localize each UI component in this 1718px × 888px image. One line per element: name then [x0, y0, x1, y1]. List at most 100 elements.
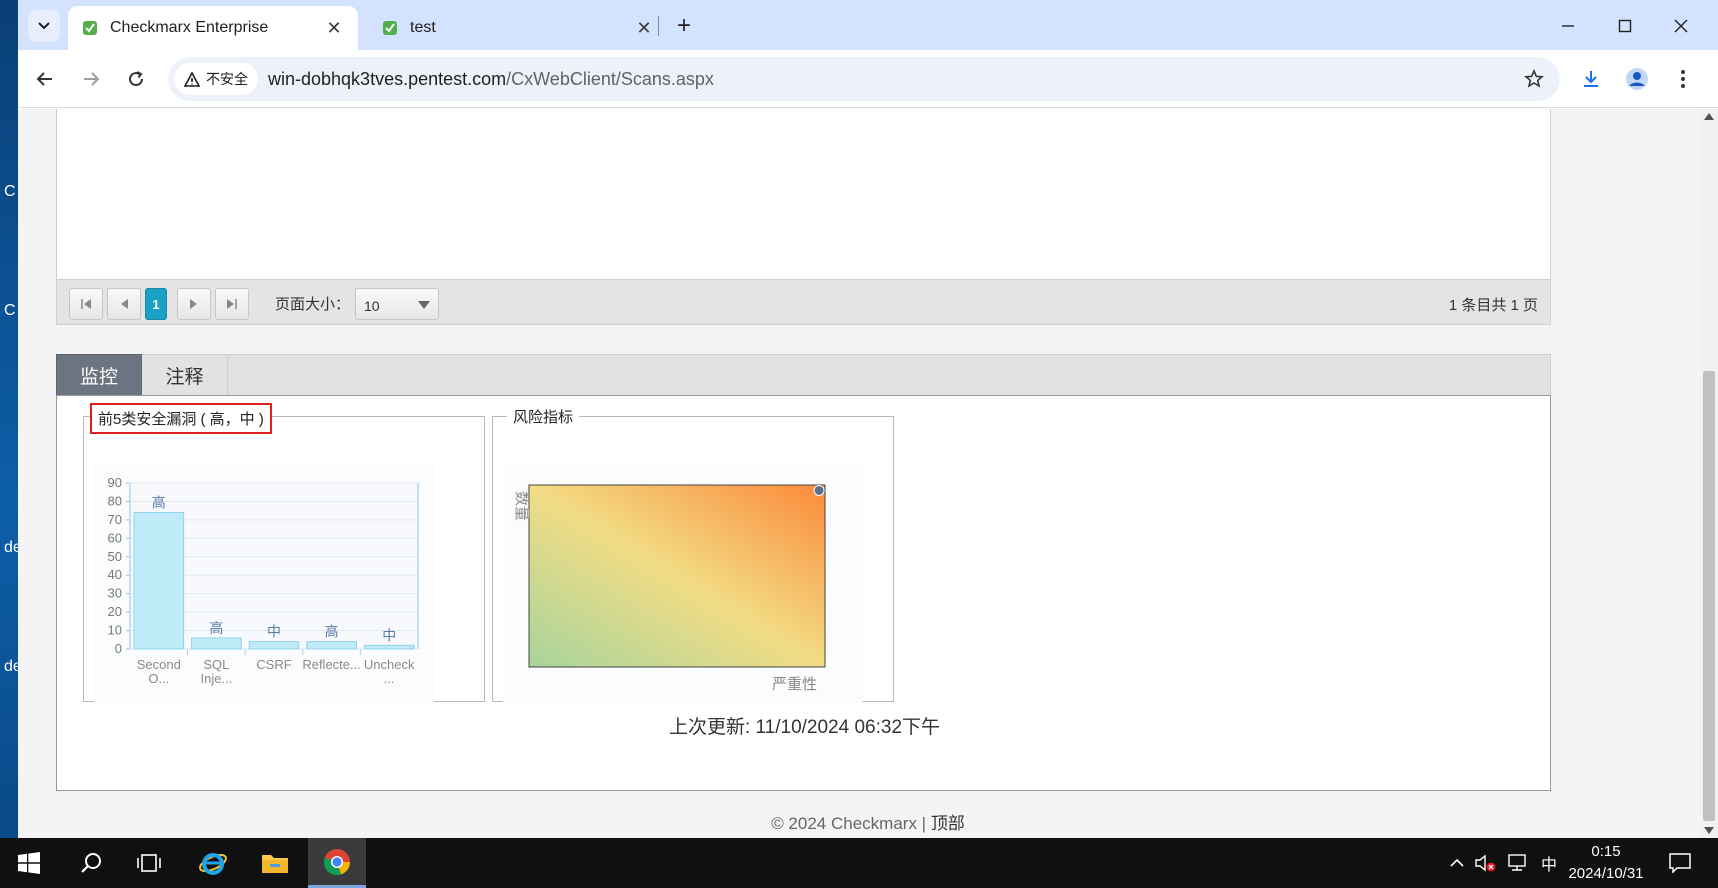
page-size-value: 10 — [364, 298, 380, 314]
y-axis-label: 数量 — [513, 491, 531, 521]
start-button[interactable] — [0, 838, 58, 888]
close-icon — [1674, 19, 1688, 33]
y-tick-label: 20 — [108, 604, 122, 619]
x-tick-label-line: SQL — [203, 657, 229, 672]
last-page-icon — [227, 299, 237, 309]
bar — [248, 641, 300, 650]
tab-title: Checkmarx Enterprise — [110, 19, 269, 36]
monitor-panel: 前5类安全漏洞 ( 高，中 ) 0 10 20 30 40 50 60 70 80 90 高 Seco… — [56, 395, 1551, 791]
risk-legend: 风险指标 — [507, 406, 580, 427]
tab-checkmarx[interactable]: Checkmarx Enterprise ✕ — [68, 6, 358, 50]
task-view-icon — [137, 854, 161, 872]
page-viewport: 1 页面大小： 10 1 条目共 1 页 监控 注释 前5类安全漏洞 ( 高，中… — [18, 109, 1718, 838]
new-tab-button[interactable]: + — [668, 10, 700, 42]
x-tick-label-line: ... — [384, 671, 395, 686]
show-hidden-icons-button[interactable] — [1446, 838, 1468, 888]
browser-menu-button[interactable] — [1666, 62, 1700, 96]
prev-page-button[interactable] — [107, 288, 141, 320]
star-icon — [1524, 69, 1544, 88]
avatar-icon — [1626, 68, 1648, 90]
maximize-icon — [1618, 19, 1632, 33]
bar-data-label: 高 — [152, 495, 166, 512]
next-page-button[interactable] — [177, 288, 211, 320]
input-method-indicator[interactable]: 中 — [1535, 838, 1563, 888]
risk-gradient-area — [528, 484, 826, 668]
volume-button[interactable] — [1473, 838, 1499, 888]
taskbar-clock[interactable]: 0:15 2024/10/31 — [1566, 838, 1646, 888]
page-number-button[interactable]: 1 — [145, 288, 167, 320]
address-bar[interactable]: 不安全 win-dobhqk3tves.pentest.com/CxWebCli… — [168, 57, 1560, 101]
tab-monitor[interactable]: 监控 — [56, 354, 142, 396]
y-tick-label: 80 — [108, 493, 122, 508]
x-tick-label: Reflecte... — [302, 657, 361, 672]
minimize-icon — [1562, 25, 1574, 27]
bar-data-label: 高 — [325, 624, 339, 641]
x-tick-label-line: Reflecte... — [302, 657, 361, 672]
x-tick-label-line: Uncheck — [364, 657, 415, 672]
downloads-button[interactable] — [1574, 62, 1608, 96]
taskbar-file-explorer[interactable] — [246, 838, 304, 888]
risk-indicator-group: 风险指标 严重性 数量 — [492, 406, 894, 703]
first-page-button[interactable] — [69, 288, 103, 320]
profile-button[interactable] — [1620, 62, 1654, 96]
windows-logo-icon — [18, 852, 40, 874]
next-page-icon — [190, 299, 197, 309]
y-tick-label: 90 — [108, 475, 122, 490]
clock-time: 0:15 — [1591, 843, 1621, 860]
y-tick-label: 70 — [108, 512, 122, 527]
page-size-select[interactable]: 10 — [355, 288, 439, 320]
window-close-button[interactable] — [1654, 6, 1708, 46]
download-icon — [1584, 71, 1598, 87]
windows-taskbar: 中 0:15 2024/10/31 — [0, 838, 1718, 888]
taskbar-internet-explorer[interactable] — [184, 838, 242, 888]
pager-info: 1 条目共 1 页 — [1448, 297, 1538, 314]
bar — [306, 641, 357, 650]
x-tick-label-line: Inje... — [201, 671, 233, 686]
forward-button[interactable] — [74, 62, 108, 96]
bar — [191, 637, 242, 650]
desktop-icon-label[interactable]: C — [4, 183, 16, 201]
taskbar-chrome[interactable] — [308, 838, 366, 888]
taskbar-search-button[interactable] — [62, 838, 120, 888]
security-label: 不安全 — [206, 71, 248, 87]
last-page-button[interactable] — [215, 288, 249, 320]
reload-button[interactable] — [119, 62, 153, 96]
tab-test[interactable]: test ✕ — [368, 6, 668, 50]
minimize-button[interactable] — [1541, 6, 1595, 46]
bookmark-button[interactable] — [1518, 63, 1550, 95]
scroll-down-arrow-icon[interactable] — [1704, 827, 1714, 834]
top5-legend: 前5类安全漏洞 ( 高，中 ) — [90, 403, 272, 434]
chevron-up-icon — [1450, 858, 1464, 867]
bar-data-label: 高 — [209, 620, 223, 637]
y-tick-label: 60 — [108, 530, 122, 545]
network-button[interactable] — [1503, 838, 1531, 888]
tab-search-button[interactable] — [28, 10, 60, 42]
arrow-right-icon — [84, 72, 100, 86]
notification-center-button[interactable] — [1660, 838, 1700, 888]
tab-separator — [658, 16, 659, 36]
chevron-down-icon — [38, 22, 50, 30]
kebab-menu-icon — [1681, 70, 1685, 88]
maximize-button[interactable] — [1598, 6, 1652, 46]
security-chip[interactable]: 不安全 — [174, 63, 258, 95]
scans-grid-body — [56, 109, 1551, 279]
close-icon[interactable]: ✕ — [324, 18, 344, 38]
scroll-up-arrow-icon[interactable] — [1704, 113, 1714, 120]
tab-notes[interactable]: 注释 — [142, 354, 228, 396]
task-view-button[interactable] — [120, 838, 178, 888]
y-tick-label: 30 — [108, 586, 122, 601]
desktop-icon-label[interactable]: C — [4, 302, 16, 320]
url-text[interactable]: win-dobhqk3tves.pentest.com/CxWebClient/… — [268, 69, 714, 90]
bar — [133, 512, 185, 650]
scroll-thumb[interactable] — [1703, 371, 1715, 821]
url-path: /CxWebClient/Scans.aspx — [506, 69, 714, 89]
vertical-scrollbar[interactable] — [1700, 109, 1718, 838]
back-to-top-link[interactable]: 顶部 — [931, 814, 965, 833]
chrome-icon — [323, 848, 351, 875]
internet-explorer-icon — [199, 853, 227, 875]
bar-data-label: 中 — [267, 625, 281, 641]
close-icon[interactable]: ✕ — [634, 18, 654, 38]
back-button[interactable] — [28, 62, 62, 96]
y-tick-label: 0 — [115, 641, 122, 656]
warning-icon — [184, 71, 200, 87]
